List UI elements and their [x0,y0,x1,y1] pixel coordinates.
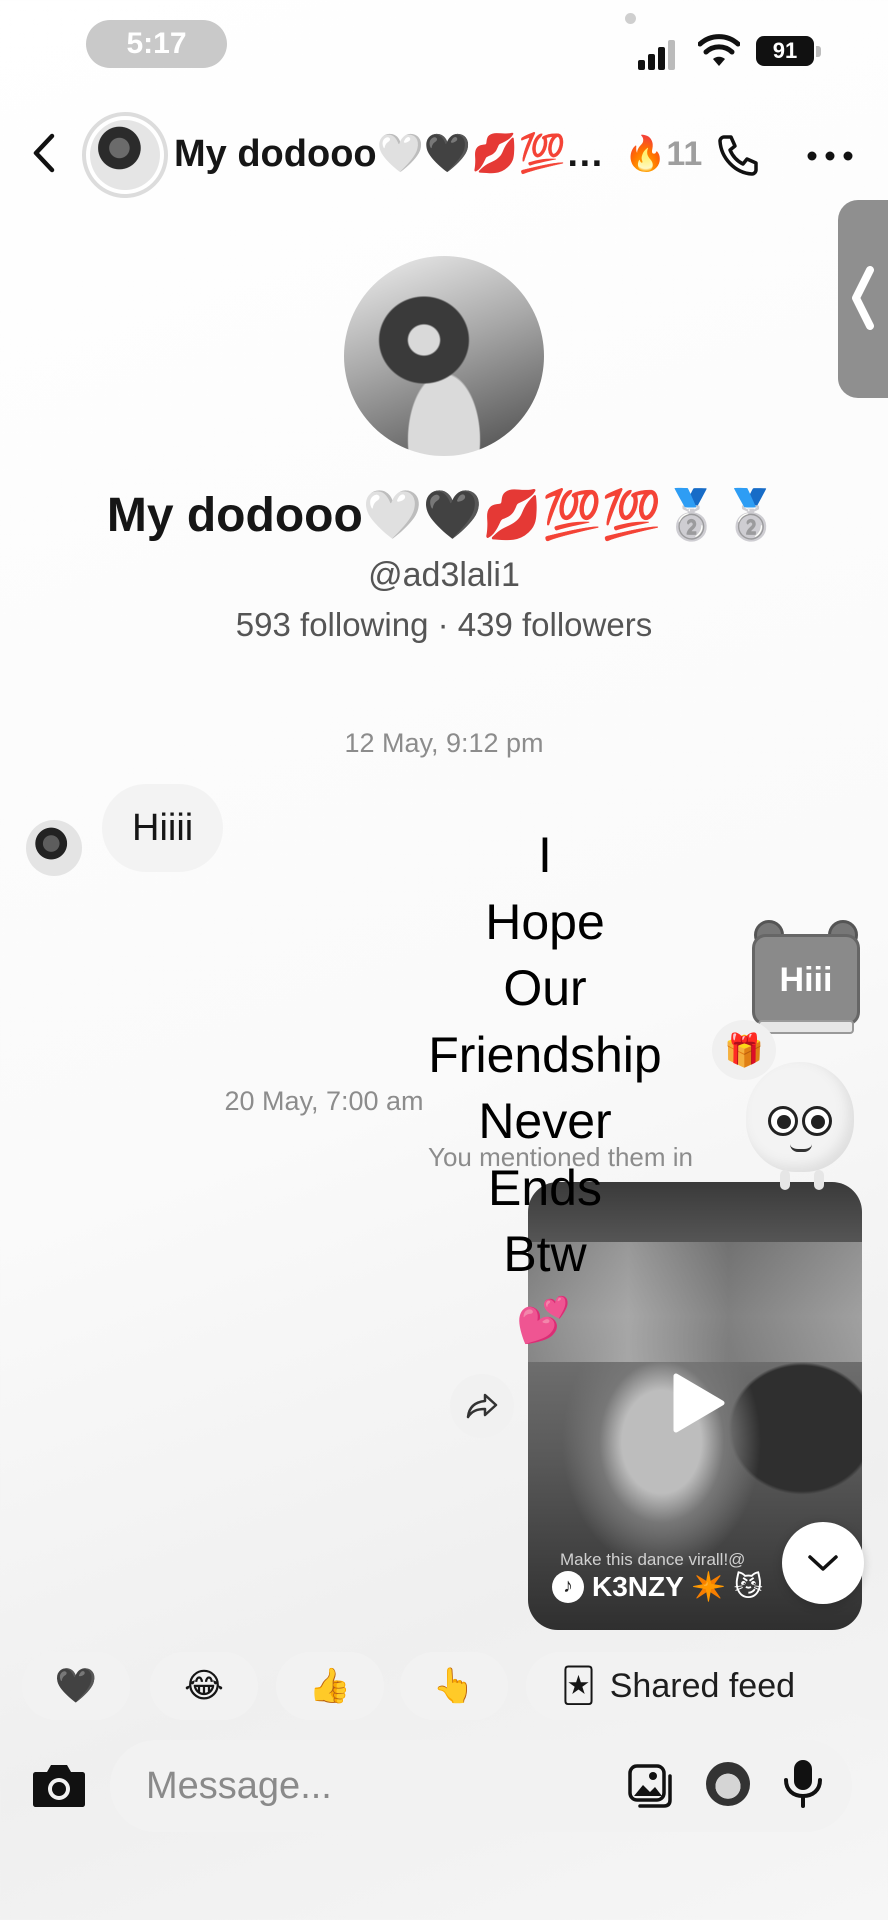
message-input[interactable] [146,1740,606,1832]
back-icon[interactable] [28,130,62,176]
overlay-line: Hope [485,893,605,950]
video-caption: Make this dance virall!@ [560,1550,746,1569]
signal-icon [638,40,675,70]
wifi-icon [698,34,740,66]
message-timestamp: 12 May, 9:12 pm [344,728,544,758]
overlay-line: Our [503,960,587,1016]
shared-feed-label: Shared feed [609,1666,796,1705]
share-arrow-icon [466,1393,498,1419]
quick-reply-row: 🖤 😂 👍 👆 🃏 Shared feed [22,1652,888,1720]
quick-reply-thumbs-up[interactable]: 👍 [276,1652,384,1720]
shared-feed-chip[interactable]: 🃏 Shared feed [526,1652,830,1720]
video-author-name: K3NZY ✴️ 😼 [592,1571,763,1602]
play-icon[interactable] [670,1372,726,1434]
overlay-line: Ends [488,1159,602,1216]
scroll-to-bottom-button[interactable] [782,1522,864,1604]
overlay-line: I [538,827,552,883]
avatar-sticker-icon[interactable] [706,1762,750,1806]
calendar-sticker[interactable]: Hiii [748,920,864,1038]
black-heart-icon: 🖤 [54,1667,98,1705]
profile-avatar[interactable] [344,256,544,456]
tiktok-logo-icon: ♪ [552,1570,584,1603]
profile-stats: 593 following · 439 followers [235,606,653,643]
mascot-sticker[interactable] [736,1052,864,1192]
chevron-left-icon [852,266,874,330]
hearts-emoji: 💕 [516,1296,571,1345]
chat-title[interactable]: My dodooo🤍🖤💋💯… [174,132,604,176]
quick-reply-laugh[interactable]: 😂 [150,1652,258,1720]
profile-name: My dodooo🤍🖤💋💯💯🥈🥈 [106,489,782,542]
more-icon[interactable] [806,150,854,162]
header-avatar[interactable] [82,112,168,198]
avatar [90,120,160,190]
sender-avatar[interactable] [26,820,82,876]
incoming-message-bubble[interactable]: Hiiii [102,784,224,872]
quick-reply-point[interactable]: 👆 [400,1652,508,1720]
quick-reply-more[interactable] [842,1652,888,1720]
forward-button[interactable] [450,1374,514,1438]
message-text: Hiiii [132,806,194,849]
quick-reply-heart[interactable]: 🖤 [22,1652,130,1720]
overlay-line: Btw [503,1226,587,1282]
profile-handle: @ad3lali1 [368,556,520,594]
front-camera-dot [625,13,636,24]
camera-icon[interactable] [30,1760,88,1810]
pointing-hand-icon: 👆 [432,1667,476,1705]
shared-feed-icon: 🃏 [560,1667,596,1705]
battery-level: 91 [756,36,814,66]
streak-count: 🔥11 [624,135,703,173]
calendar-sticker-text: Hiii [752,934,860,1026]
microphone-icon[interactable] [782,1758,824,1810]
laughing-face-icon: 😂 [184,1667,224,1705]
overlay-text: I Hope Our Friendship Never Ends Btw [380,822,710,1288]
overlay-line: Never [478,1093,612,1149]
video-author: ♪ K3NZY ✴️ 😼 [552,1570,763,1603]
battery-icon: 91 [756,36,822,66]
gallery-icon[interactable] [626,1762,674,1810]
call-icon[interactable] [714,131,762,179]
chevron-down-icon [808,1555,838,1571]
side-panel-handle[interactable] [838,200,888,398]
thumbs-up-icon: 👍 [308,1667,352,1705]
overlay-line: Friendship [428,1026,662,1083]
status-time: 5:17 [86,20,227,68]
